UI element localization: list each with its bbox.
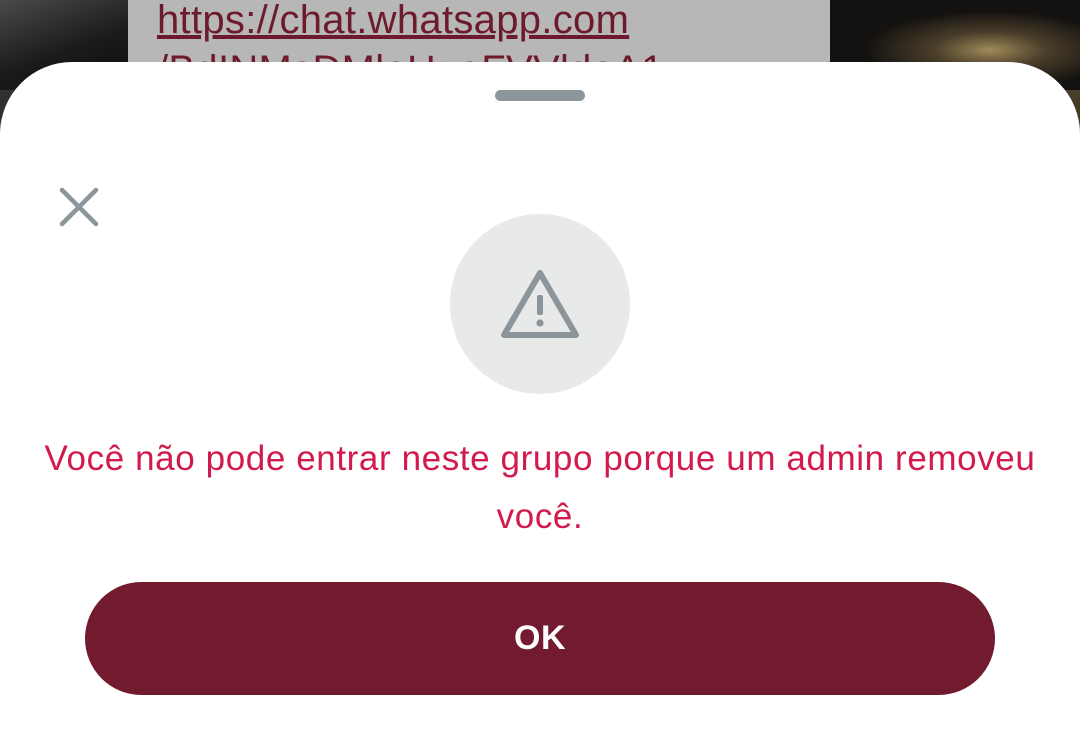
bottom-sheet-dialog: Você não pode entrar neste grupo porque …	[0, 62, 1080, 742]
close-button[interactable]	[48, 176, 110, 238]
ok-button[interactable]: OK	[85, 582, 995, 695]
warning-icon-container	[450, 214, 630, 394]
drag-handle[interactable]	[495, 90, 585, 101]
invite-link[interactable]: https://chat.whatsapp.com	[157, 0, 629, 43]
close-icon	[59, 187, 99, 227]
error-message: Você não pode entrar neste grupo porque …	[44, 439, 1036, 536]
warning-icon	[501, 270, 579, 338]
